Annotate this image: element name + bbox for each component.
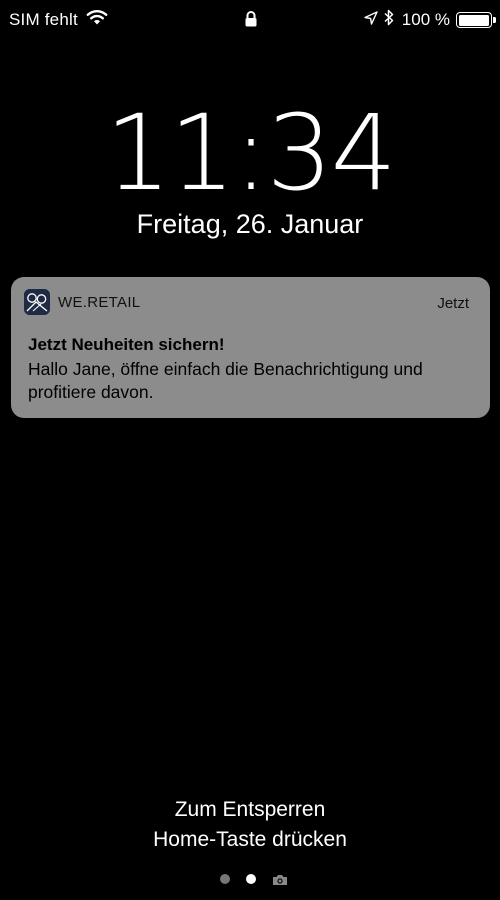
status-left: SIM fehlt <box>9 9 108 30</box>
unlock-hint-line2: Home-Taste drücken <box>153 828 347 851</box>
status-right: 100 % <box>364 9 496 31</box>
battery-fill <box>458 14 489 26</box>
carrier-label: SIM fehlt <box>9 9 78 29</box>
we-retail-app-icon <box>24 289 50 315</box>
battery-tip <box>493 17 496 23</box>
battery-percent: 100 % <box>401 10 450 29</box>
wifi-icon <box>86 9 108 30</box>
bluetooth-icon <box>384 9 394 31</box>
notification-title: Jetzt Neuheiten sichern! <box>28 335 225 354</box>
lockscreen-time: 11:34 <box>105 92 397 214</box>
notification-time: Jetzt <box>437 295 469 312</box>
page-dot-widgets[interactable] <box>220 874 230 884</box>
location-arrow-icon <box>364 10 378 30</box>
page-indicator <box>0 873 500 885</box>
unlock-hint: Zum Entsperren Home-Taste drücken <box>0 795 500 855</box>
notification-body: Hallo Jane, öffne einfach die Benachrich… <box>28 359 423 402</box>
notification-app-name: WE.RETAIL <box>58 294 141 311</box>
unlock-hint-line1: Zum Entsperren <box>174 798 326 821</box>
lockscreen-date: Freitag, 26. Januar <box>136 209 364 239</box>
battery-icon <box>456 12 496 28</box>
lock-icon <box>244 10 258 28</box>
notification-card[interactable]: WE.RETAIL Jetzt Jetzt Neuheiten sichern!… <box>11 277 490 418</box>
status-bar: SIM fehlt 100 % <box>0 0 500 38</box>
camera-icon[interactable] <box>272 873 288 885</box>
notification-header: WE.RETAIL Jetzt <box>11 277 490 327</box>
page-dot-lockscreen[interactable] <box>246 874 256 884</box>
